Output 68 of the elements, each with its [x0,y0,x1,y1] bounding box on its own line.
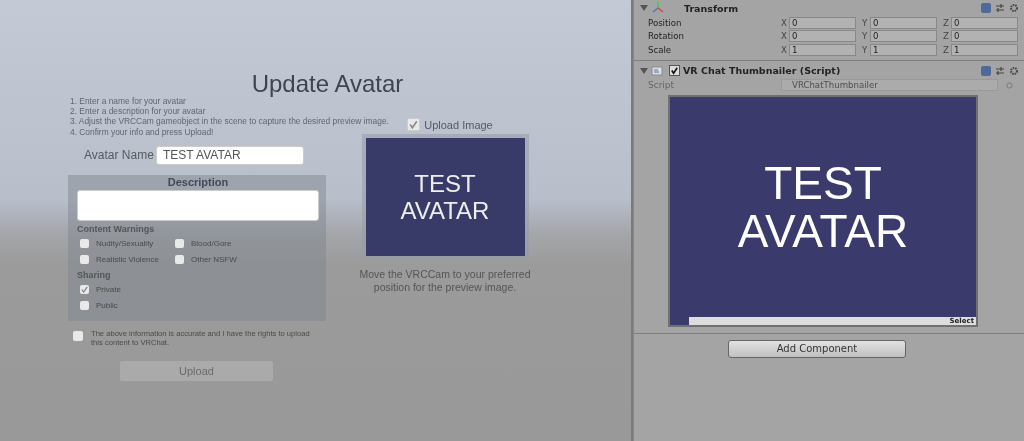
sliders-icon[interactable] [995,3,1005,13]
option-label: Blood/Gore [191,239,232,249]
expand-icon[interactable] [640,4,648,12]
value-field[interactable]: 0 [951,16,1018,29]
option-label: Public [96,300,118,310]
axis-label: Z [943,44,950,55]
axis-label: Z [943,17,950,28]
component-header[interactable]: Transform [634,0,1024,16]
option-label: Realistic Violence [96,254,159,264]
instruction-text: 1. Enter a name for your avatar [70,96,186,107]
instruction-text: 4. Confirm your info and press Upload! [70,126,214,137]
value-field[interactable]: 0 [789,16,856,29]
property-label: Scale [648,44,673,55]
value-field[interactable]: 0 [870,30,937,43]
axes-icon [651,1,665,15]
sharing-toggle[interactable] [80,300,89,310]
hint-text: Move the VRCCam to your preferred position for the preview image. [358,268,532,294]
property-label: Rotation [648,31,685,42]
checkbox[interactable] [175,254,184,264]
settings-icon[interactable] [1009,3,1019,13]
value-field[interactable]: 1 [789,43,856,56]
axis-label: Z [943,31,950,42]
option-label: Private [96,285,121,295]
value-field[interactable]: 0 [951,30,1018,43]
avatar-name-label: Avatar Name [84,148,155,163]
axis-label: X [781,44,788,55]
upload-image-label: Upload Image [424,118,493,131]
sharing-toggle[interactable] [80,285,89,295]
value-field[interactable]: 1 [870,43,937,56]
property-label: Position [648,17,683,28]
description-heading: Description [166,174,230,190]
option-label: Other NSFW [191,254,237,264]
option-label: Nudity/Sexuality [96,239,154,249]
value-field[interactable]: 1 [951,43,1018,56]
preview-text: AVATAR [737,206,909,255]
checkbox[interactable] [175,239,184,249]
instruction-text: 3. Adjust the VRCCam gameobject in the scene to capture the desired preview image. [70,116,389,127]
script-icon [651,64,663,77]
component-title: VR Chat Thumbnailer (Script) [683,65,841,76]
component-title: Transform [684,2,739,14]
thumbnail-text: TEST [414,170,476,197]
axis-label: X [781,17,788,28]
settings-icon[interactable] [1009,65,1019,76]
instruction-text: 2. Enter a description for your avatar [70,106,206,117]
axis-label: Y [862,44,869,55]
enabled-checkbox[interactable] [669,65,680,76]
thumbnail-text: AVATAR [400,197,490,224]
checkbox[interactable] [80,254,89,264]
expand-icon[interactable] [640,66,648,75]
upload-image-checkbox[interactable] [407,118,421,131]
value-field[interactable]: 0 [870,16,937,29]
sliders-icon[interactable] [995,65,1005,76]
target-icon[interactable] [1006,81,1013,89]
axis-label: X [781,31,788,42]
preview-text: TEST [764,158,882,207]
avatar-name-field[interactable]: TEST AVATAR [156,145,304,165]
rights-checkbox[interactable] [73,330,83,341]
description-field[interactable] [77,189,319,221]
value-field[interactable]: 0 [789,30,856,43]
axis-label: Y [862,31,869,42]
content-warnings-heading: Content Warnings [77,223,156,234]
script-field: VRChatThumbnailer [781,79,998,91]
axis-label: Y [862,17,869,28]
checkbox[interactable] [80,239,89,249]
page-title: Update Avatar [250,70,405,96]
add-component-button[interactable]: Add Component [728,339,906,358]
script-label: Script [648,80,676,90]
sharing-heading: Sharing [77,269,112,280]
